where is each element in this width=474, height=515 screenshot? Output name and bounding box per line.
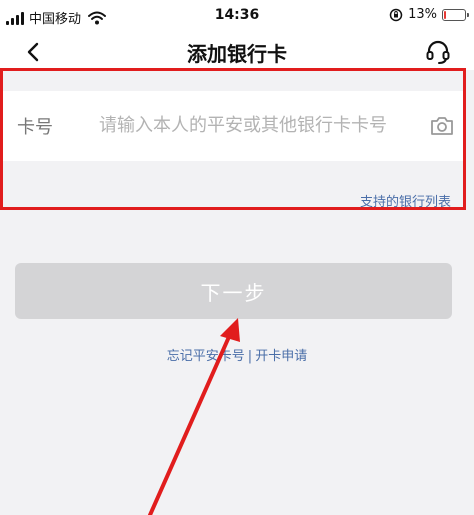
link-separator: | bbox=[247, 349, 253, 364]
battery-level-fill bbox=[444, 10, 446, 19]
bottom-links: 忘记平安卡号 | 开卡申请 bbox=[0, 345, 474, 364]
card-number-section-highlight: 卡号 支持的银行列表 bbox=[0, 68, 466, 210]
headset-icon[interactable] bbox=[424, 38, 452, 66]
status-bar: 中国移动 14:36 13% bbox=[0, 0, 474, 34]
battery-percentage: 13% bbox=[408, 7, 437, 22]
supported-banks-link[interactable]: 支持的银行列表 bbox=[360, 191, 451, 210]
card-number-row: 卡号 bbox=[3, 91, 463, 161]
navigation-bar: 添加银行卡 bbox=[0, 34, 474, 70]
forgot-card-number-link[interactable]: 忘记平安卡号 bbox=[167, 349, 245, 364]
next-step-button[interactable]: 下一步 bbox=[15, 263, 452, 319]
status-right: 13% bbox=[389, 7, 469, 22]
page-title: 添加银行卡 bbox=[187, 42, 287, 66]
apply-card-link[interactable]: 开卡申请 bbox=[255, 349, 307, 364]
camera-icon[interactable] bbox=[429, 113, 455, 139]
orientation-lock-icon bbox=[389, 8, 403, 21]
card-number-label: 卡号 bbox=[17, 117, 53, 138]
card-number-input[interactable] bbox=[99, 107, 419, 143]
battery-icon bbox=[442, 8, 469, 21]
